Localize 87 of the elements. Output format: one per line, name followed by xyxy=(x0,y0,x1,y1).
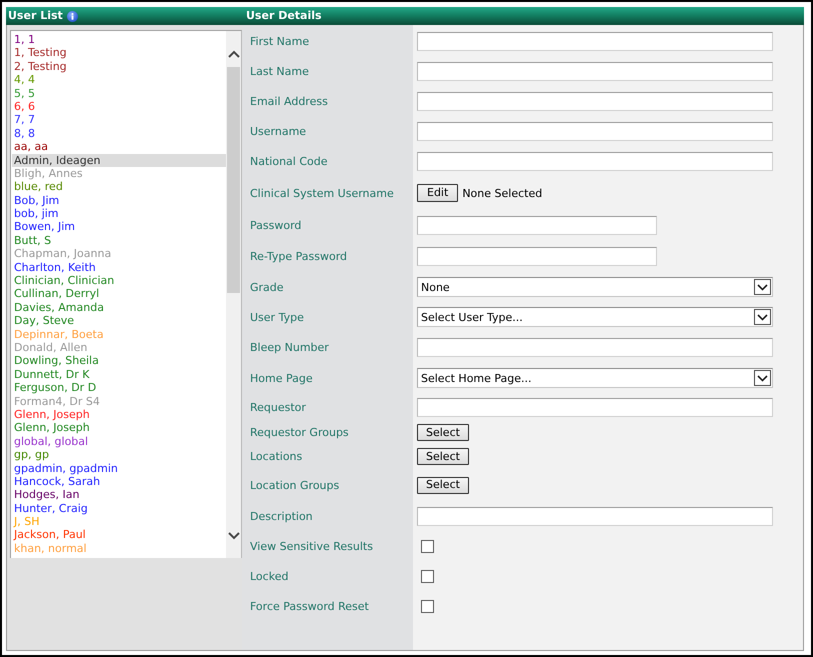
select-button[interactable]: Select xyxy=(417,476,469,494)
field-label: Force Password Reset xyxy=(249,600,369,612)
input-field[interactable] xyxy=(417,62,773,80)
user-list-item[interactable]: Forman4, Dr S4 xyxy=(12,394,226,408)
user-list-item[interactable]: Butt, S xyxy=(12,234,226,248)
field-label: Home Page xyxy=(249,372,313,384)
field-label: Grade xyxy=(249,280,284,294)
user-list-item[interactable]: Cullinan, Derryl xyxy=(12,287,226,301)
password-field[interactable] xyxy=(417,216,657,234)
user-list-item[interactable]: 1, Testing xyxy=(12,46,226,60)
user-list-item[interactable]: 6, 6 xyxy=(12,100,226,114)
edit-button[interactable]: Edit xyxy=(417,184,458,202)
field-label: Requestor Groups xyxy=(249,426,349,439)
user-list-item[interactable]: gp, gp xyxy=(12,448,226,462)
user-list-item[interactable]: 8, 8 xyxy=(12,126,226,140)
user-list-item[interactable]: Hodges, Ian xyxy=(12,488,226,502)
field-label: Locked xyxy=(249,570,288,582)
info-icon[interactable] xyxy=(66,10,78,22)
panel-title: User Details xyxy=(246,9,322,23)
user-list-item[interactable]: Bob, Jim xyxy=(12,194,226,208)
panel-title: User List xyxy=(8,9,63,23)
user-list-item[interactable]: 4, 4 xyxy=(12,73,226,87)
select-button[interactable]: Select xyxy=(417,448,469,465)
user-list-item[interactable]: Glenn, Joseph xyxy=(12,421,226,435)
scrollbar[interactable] xyxy=(226,31,241,558)
field-label: Description xyxy=(249,510,313,522)
field-label: Bleep Number xyxy=(249,341,329,354)
field-label: Locations xyxy=(249,450,302,463)
scrollbar-thumb[interactable] xyxy=(227,67,240,293)
user-list-item[interactable]: Charlton, Keith xyxy=(12,260,226,274)
user-list-item[interactable]: Dunnett, Dr K xyxy=(12,368,226,382)
user-list-item[interactable]: Clinician, Clinician xyxy=(12,274,226,288)
field-label: Location Groups xyxy=(249,478,340,492)
checkbox[interactable] xyxy=(421,570,434,582)
caret-icon xyxy=(754,279,771,295)
user-list-item[interactable]: blue, red xyxy=(12,180,226,194)
user-list-item[interactable]: 1, 1 xyxy=(12,33,226,46)
chevron-down-icon[interactable] xyxy=(228,532,240,540)
user-list-item[interactable]: 7, 7 xyxy=(12,113,226,127)
user-list-item[interactable]: Donald, Allen xyxy=(12,340,226,354)
user-list-item[interactable]: Bligh, Annes xyxy=(12,166,226,180)
user-list-item[interactable]: Dowling, Sheila xyxy=(12,354,226,368)
field-label: Email Address xyxy=(249,94,328,108)
selection-status: None Selected xyxy=(462,186,542,200)
user-list-item[interactable]: Ferguson, Dr D xyxy=(12,381,226,395)
input-field[interactable] xyxy=(417,398,773,416)
user-list-item[interactable]: Davies, Amanda xyxy=(12,300,226,314)
user-list-item[interactable]: Glenn, Joseph xyxy=(12,408,226,422)
field-label: First Name xyxy=(249,34,310,48)
user-list-item[interactable]: 2, Testing xyxy=(12,60,226,74)
user-list-item[interactable]: bob, jim xyxy=(12,207,226,220)
dropdown[interactable]: Select Home Page... xyxy=(417,368,773,388)
user-list-item[interactable]: Day, Steve xyxy=(12,314,226,328)
user-list-item[interactable]: Bowen, Jim xyxy=(12,220,226,234)
password-field[interactable] xyxy=(417,246,657,266)
caret-icon xyxy=(754,370,771,386)
user-list-item[interactable]: Hunter, Craig xyxy=(12,502,226,516)
checkbox[interactable] xyxy=(421,600,434,612)
input-field[interactable] xyxy=(417,92,773,110)
checkbox[interactable] xyxy=(421,540,434,552)
field-label: User Type xyxy=(249,310,304,324)
input-field[interactable] xyxy=(417,152,773,170)
user-list-item[interactable]: Jackson, Paul xyxy=(12,528,226,542)
field-label: Requestor xyxy=(249,400,306,414)
caret-icon xyxy=(754,309,771,325)
dropdown[interactable]: None xyxy=(417,277,773,297)
dropdown[interactable]: Select User Type... xyxy=(417,307,773,327)
field-label: Password xyxy=(249,218,302,232)
field-label: Username xyxy=(249,124,306,138)
user-list-item[interactable]: 5, 5 xyxy=(12,86,226,100)
field-label: View Sensitive Results xyxy=(249,540,373,552)
field-label: Re-Type Password xyxy=(249,250,348,262)
field-label: National Code xyxy=(249,154,328,168)
user-list-item[interactable]: Hancock, Sarah xyxy=(12,474,226,488)
user-list-item[interactable]: aa, aa xyxy=(12,140,226,154)
user-list-item[interactable]: Chapman, Joanna xyxy=(12,247,226,261)
field-label: Last Name xyxy=(249,64,309,78)
input-field[interactable] xyxy=(417,32,773,50)
user-list-item[interactable]: Admin, Ideagen xyxy=(12,154,226,167)
user-list-item[interactable]: gpadmin, gpadmin xyxy=(12,462,226,475)
input-field[interactable] xyxy=(417,338,773,357)
field-label: Clinical System Username xyxy=(249,186,394,200)
input-field[interactable] xyxy=(417,122,773,140)
chevron-up-icon[interactable] xyxy=(228,50,240,58)
select-button[interactable]: Select xyxy=(417,424,469,441)
user-list-item[interactable]: global, global xyxy=(12,434,226,448)
input-field[interactable] xyxy=(417,506,773,526)
